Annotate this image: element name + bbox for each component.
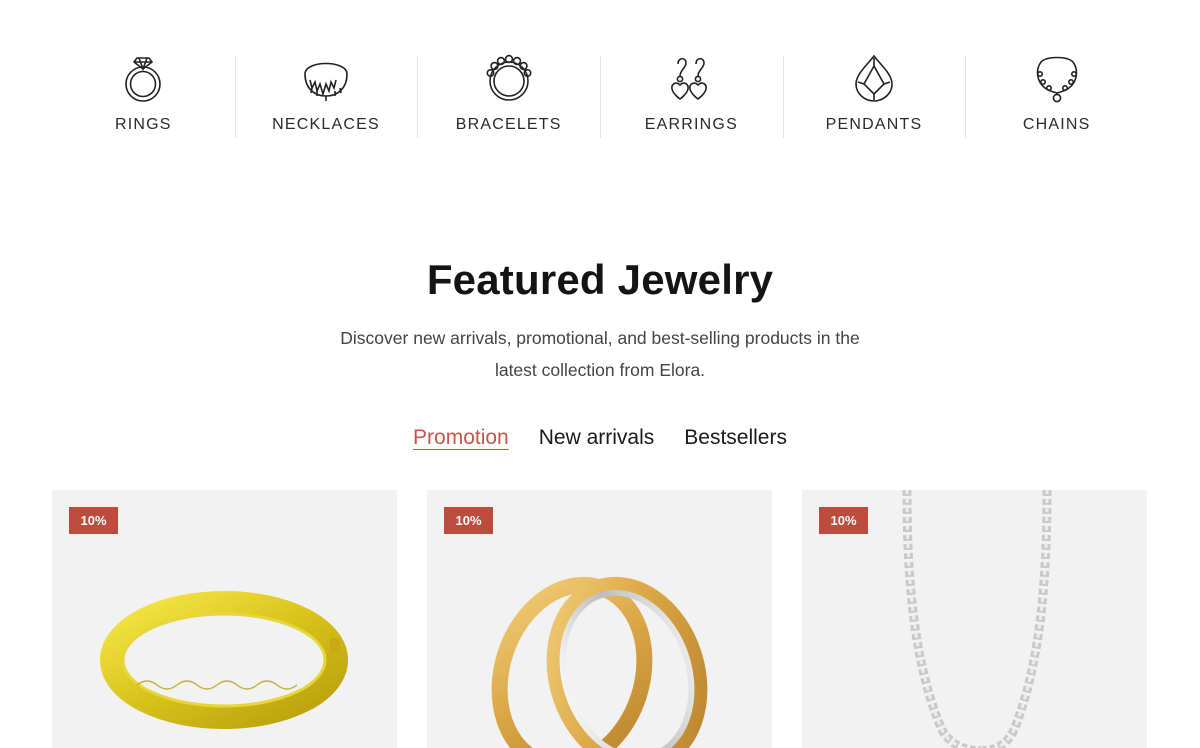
category-label: EARRINGS <box>644 116 738 133</box>
category-label: NECKLACES <box>272 116 380 133</box>
category-label: PENDANTS <box>825 116 923 133</box>
category-chains[interactable]: CHAINS <box>965 52 1148 140</box>
ring-icon <box>117 52 169 104</box>
category-label: BRACELETS <box>455 116 562 133</box>
necklace-icon <box>300 52 352 104</box>
category-label: RINGS <box>115 116 172 133</box>
discount-badge: 10% <box>819 507 868 534</box>
page: RINGS NECKLACES BRACELETS EARRINGS PENDA… <box>0 0 1200 748</box>
category-label: CHAINS <box>1022 116 1091 133</box>
product-card[interactable]: 10% <box>52 490 397 748</box>
category-earrings[interactable]: EARRINGS <box>600 52 783 140</box>
tab-bestsellers[interactable]: Bestsellers <box>684 426 787 452</box>
pendant-icon <box>848 52 900 104</box>
bracelet-icon <box>483 52 535 104</box>
category-bar: RINGS NECKLACES BRACELETS EARRINGS PENDA… <box>52 52 1148 140</box>
chain-icon <box>1031 52 1083 104</box>
category-bracelets[interactable]: BRACELETS <box>417 52 600 140</box>
section-title: Featured Jewelry <box>426 256 774 303</box>
earrings-icon <box>665 52 717 104</box>
product-card[interactable]: 10% <box>802 490 1147 748</box>
category-pendants[interactable]: PENDANTS <box>782 52 966 140</box>
discount-badge: 10% <box>444 507 493 534</box>
product-card[interactable]: 10% <box>427 490 772 748</box>
product-tabs: Promotion New arrivals Bestsellers <box>0 426 1200 452</box>
discount-badge: 10% <box>69 507 118 534</box>
category-rings[interactable]: RINGS <box>52 52 235 140</box>
category-necklaces[interactable]: NECKLACES <box>234 52 418 140</box>
section-subtitle: Discover new arrivals, promotional, and … <box>340 328 860 380</box>
tab-promotion[interactable]: Promotion <box>413 426 509 452</box>
product-grid: 10% 10% 10% <box>52 490 1148 748</box>
tab-new-arrivals[interactable]: New arrivals <box>539 426 655 452</box>
